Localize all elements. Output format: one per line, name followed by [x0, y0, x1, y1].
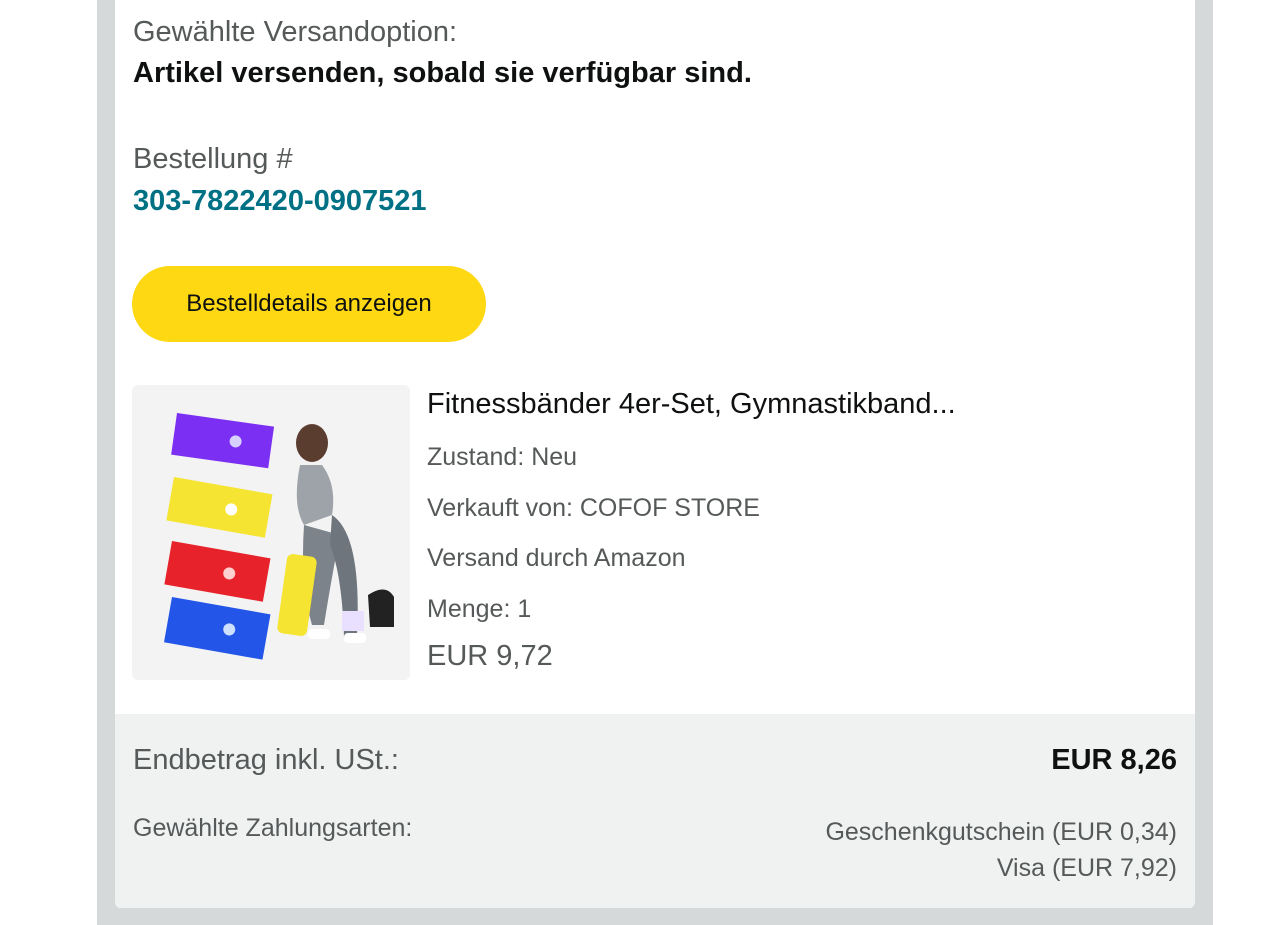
- payment-methods-label: Gewählte Zahlungsarten:: [133, 814, 413, 842]
- product-price: EUR 9,72: [427, 640, 553, 672]
- shipping-option-value: Artikel versenden, sobald sie verfügbar …: [133, 57, 752, 89]
- shipping-option-label: Gewählte Versandoption:: [133, 16, 458, 48]
- payment-summary: Endbetrag inkl. USt.: EUR 8,26 Gewählte …: [115, 714, 1195, 908]
- order-number-label: Bestellung #: [133, 143, 293, 175]
- product-condition: Zustand: Neu: [427, 443, 578, 471]
- total-amount: EUR 8,26: [1051, 744, 1177, 776]
- product-image[interactable]: [132, 385, 410, 680]
- total-label: Endbetrag inkl. USt.:: [133, 744, 399, 776]
- product-thumbnail-graphic: [132, 385, 410, 680]
- product-title-link[interactable]: Fitnessbänder 4er-Set, Gymnastikband...: [427, 388, 956, 421]
- view-order-details-button[interactable]: Bestelldetails anzeigen: [132, 266, 486, 342]
- order-number-link[interactable]: 303-7822420-0907521: [133, 185, 427, 218]
- product-fulfillment: Versand durch Amazon: [427, 544, 686, 572]
- order-card: Gewählte Versandoption: Artikel versende…: [115, 0, 1195, 908]
- payment-method-visa: Visa (EUR 7,92): [996, 854, 1177, 882]
- payment-method-gift-card: Geschenkgutschein (EUR 0,34): [825, 818, 1177, 846]
- product-quantity: Menge: 1: [427, 595, 532, 623]
- product-seller: Verkauft von: COFOF STORE: [427, 494, 760, 522]
- payment-methods-list: Geschenkgutschein (EUR 0,34) Visa (EUR 7…: [825, 814, 1177, 886]
